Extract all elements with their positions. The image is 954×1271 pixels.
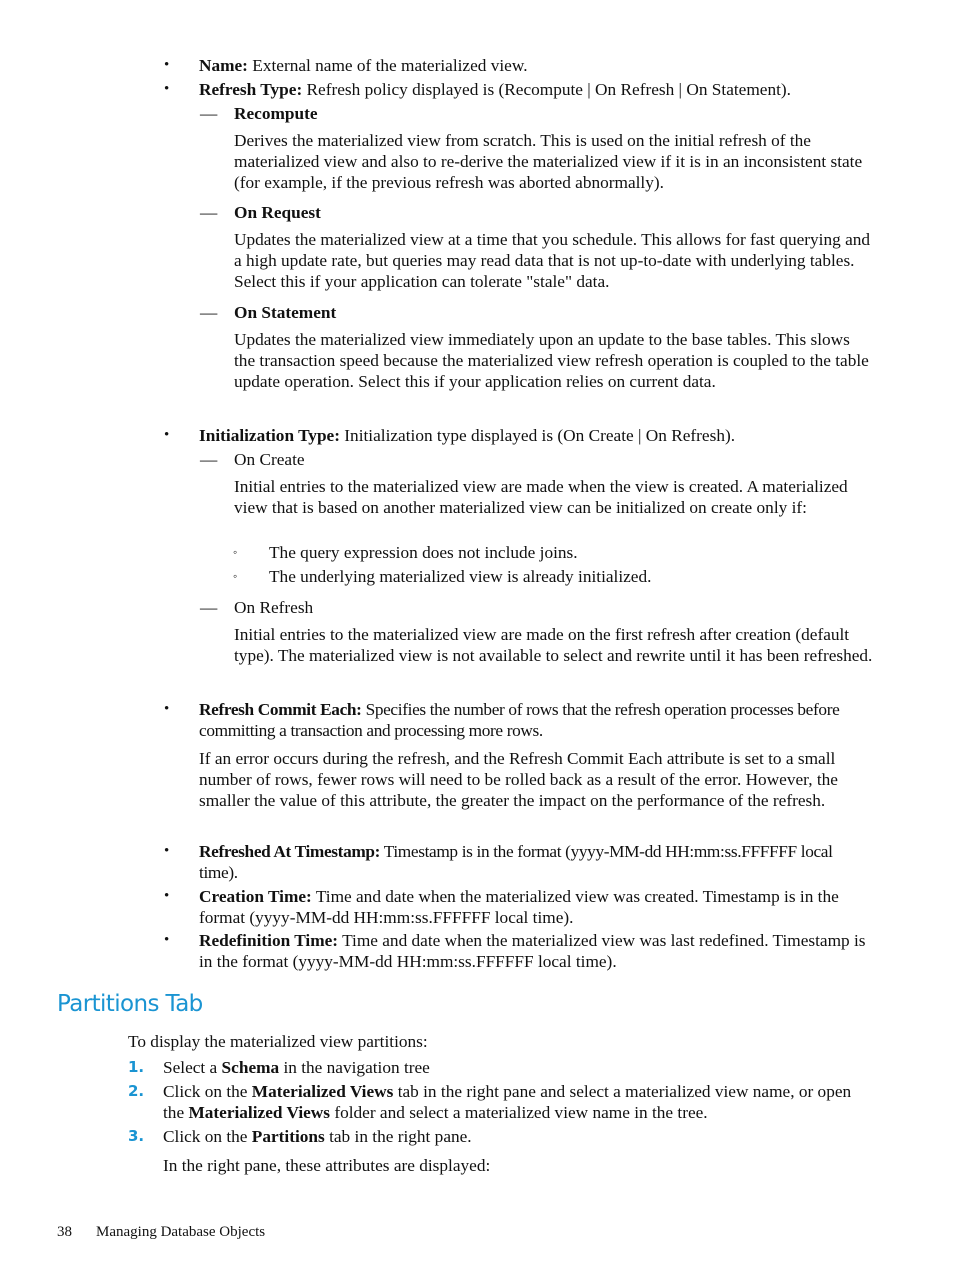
ui-term: Materialized Views (251, 1082, 394, 1101)
ui-term: Materialized Views (188, 1103, 331, 1122)
condition-item: ◦ The query expression does not include … (233, 543, 578, 562)
bullet-icon: • (164, 81, 170, 97)
option-description: Updates the materialized view at a time … (234, 230, 871, 291)
option-label: On Request (234, 203, 321, 222)
attribute-initialization-type: • Initialization Type: Initialization ty… (164, 425, 871, 446)
attribute-term: Refreshed At Timestamp: (199, 842, 381, 861)
chapter-title: Managing Database Objects (96, 1224, 266, 1240)
attribute-refreshed-at-timestamp: • Refreshed At Timestamp: Timestamp is i… (164, 841, 871, 883)
option-description: Derives the materialized view from scrat… (234, 131, 863, 192)
option-description: Updates the materialized view immediatel… (234, 330, 869, 391)
dash-icon: — (200, 303, 218, 322)
section-heading: Partitions Tab (57, 991, 203, 1017)
attribute-creation-time: • Creation Time: Time and date when the … (164, 886, 871, 928)
option-description: Initial entries to the materialized view… (234, 477, 848, 517)
option-label: On Create (234, 450, 305, 469)
bullet-icon: • (164, 843, 169, 859)
refresh-commit-note: If an error occurs during the refresh, a… (199, 749, 838, 810)
attribute-term: Refresh Type: (199, 80, 303, 99)
attribute-term: Name: (199, 56, 248, 75)
ui-term: Partitions (251, 1127, 325, 1146)
bullet-icon: • (164, 701, 169, 717)
dash-icon: — (200, 203, 218, 222)
attribute-refresh-type: • Refresh Type: Refresh policy displayed… (164, 79, 871, 100)
step-item: 2. Click on the Materialized Views tab i… (128, 1082, 852, 1122)
option-label: Recompute (234, 104, 318, 123)
bullet-icon: • (164, 888, 170, 904)
dash-icon: — (200, 450, 218, 469)
document-page: • Name: External name of the materialize… (0, 0, 954, 1271)
attribute-refresh-commit-each: • Refresh Commit Each: Specifies the num… (164, 699, 871, 741)
dash-icon: — (200, 104, 218, 123)
init-type-on-create: — On Create (200, 449, 874, 470)
attribute-term: Creation Time: (199, 887, 312, 906)
circle-bullet-icon: ◦ (233, 545, 238, 559)
circle-bullet-icon: ◦ (233, 569, 238, 583)
attribute-term: Refresh Commit Each: (199, 700, 362, 719)
step-number: 3. (128, 1127, 145, 1145)
refresh-type-on-statement: — On Statement (200, 302, 874, 323)
bullet-icon: • (164, 57, 170, 73)
page-number: 38 (57, 1224, 72, 1240)
attribute-name: • Name: External name of the materialize… (164, 55, 871, 76)
attribute-redefinition-time: • Redefinition Time: Time and date when … (164, 930, 871, 972)
bullet-icon: • (164, 932, 170, 948)
refresh-type-recompute: — Recompute (200, 103, 874, 124)
condition-item: ◦ The underlying materialized view is al… (233, 567, 652, 586)
dash-icon: — (200, 598, 218, 617)
attribute-desc: Initialization type displayed is (On Cre… (339, 426, 736, 445)
step-item: 1. Select a Schema in the navigation tre… (128, 1058, 430, 1077)
option-label: On Refresh (234, 598, 314, 617)
step-item: 3. Click on the Partitions tab in the ri… (128, 1127, 472, 1146)
step-note: In the right pane, these attributes are … (163, 1156, 491, 1175)
option-description: Initial entries to the materialized view… (234, 625, 873, 665)
ui-term: Schema (221, 1058, 280, 1077)
attribute-desc: External name of the materialized view. (247, 56, 528, 75)
attribute-term: Redefinition Time: (199, 931, 339, 950)
refresh-type-on-request: — On Request (200, 202, 874, 223)
attribute-term: Initialization Type: (199, 426, 340, 445)
option-label: On Statement (234, 303, 337, 322)
init-type-on-refresh: — On Refresh (200, 597, 874, 618)
step-number: 1. (128, 1058, 145, 1076)
bullet-icon: • (164, 427, 170, 443)
section-intro: To display the materialized view partiti… (128, 1032, 428, 1051)
step-number: 2. (128, 1082, 145, 1100)
attribute-desc: Refresh policy displayed is (Recompute |… (302, 80, 791, 99)
